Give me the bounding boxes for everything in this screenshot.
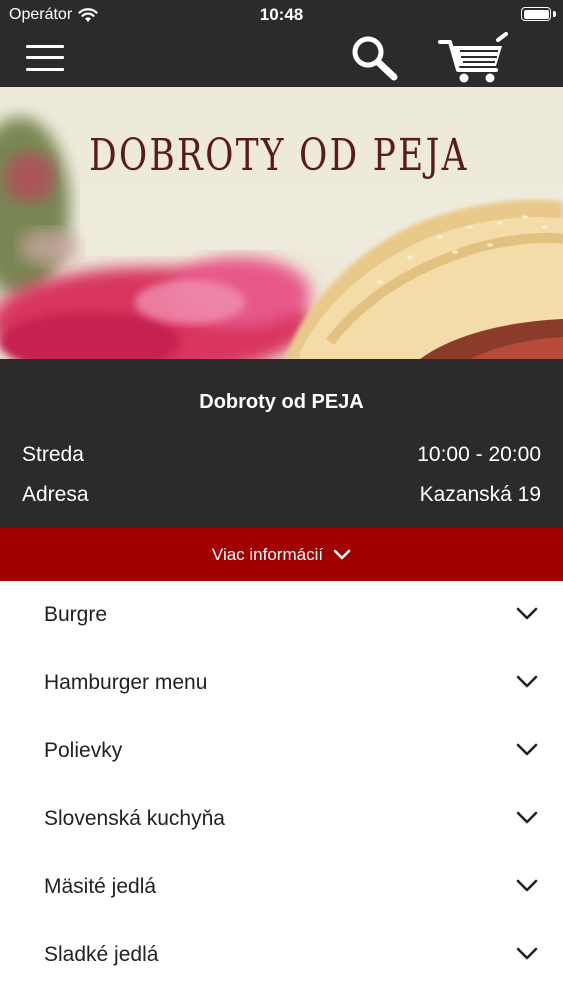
search-icon: [352, 36, 398, 81]
address-row: Adresa Kazanská 19: [22, 483, 541, 511]
category-list: Burgre Hamburger menu Polievky Slovenská…: [0, 581, 563, 989]
address-label: Adresa: [22, 483, 89, 506]
restaurant-info-panel: Dobroty od PEJA Streda 10:00 - 20:00 Adr…: [0, 359, 563, 528]
status-time: 10:48: [259, 5, 304, 24]
address-value: Kazanská 19: [419, 483, 541, 506]
chevron-down-icon: [516, 675, 538, 688]
category-item-polievky[interactable]: Polievky: [0, 717, 563, 785]
category-item-burgre[interactable]: Burgre: [0, 581, 563, 649]
category-item-sladke-jedla[interactable]: Sladké jedlá: [0, 921, 563, 989]
cart-button[interactable]: [438, 32, 510, 86]
category-item-hamburger-menu[interactable]: Hamburger menu: [0, 649, 563, 717]
cart-icon: [438, 32, 508, 83]
opening-hours-label: Streda: [22, 443, 84, 466]
chevron-down-icon: [516, 947, 538, 960]
more-info-button[interactable]: Viac informácií: [0, 528, 563, 581]
chevron-down-icon: [516, 607, 538, 620]
chevron-down-icon: [516, 879, 538, 892]
hero-banner: DOBROTY OD PEJA: [0, 87, 563, 359]
category-label: Mäsité jedlá: [44, 875, 157, 898]
battery-icon: [521, 7, 551, 21]
category-label: Hamburger menu: [44, 671, 208, 694]
chevron-down-icon: [516, 811, 538, 824]
category-label: Slovenská kuchyňa: [44, 807, 225, 830]
status-bar: Operátor 10:48: [0, 0, 563, 30]
menu-button[interactable]: [22, 40, 68, 76]
category-label: Sladké jedlá: [44, 943, 159, 966]
category-item-slovenska-kuchyna[interactable]: Slovenská kuchyňa: [0, 785, 563, 853]
opening-hours-row: Streda 10:00 - 20:00: [22, 443, 541, 471]
hero-title: DOBROTY OD PEJA: [89, 130, 469, 181]
battery-tip: [553, 11, 556, 17]
category-label: Burgre: [44, 603, 108, 626]
more-info-label: Viac informácií: [211, 544, 324, 564]
restaurant-name: Dobroty od PEJA: [199, 391, 364, 413]
chevron-down-icon: [333, 549, 351, 559]
hero-food-image: [0, 117, 563, 359]
category-item-masite-jedla[interactable]: Mäsité jedlá: [0, 853, 563, 921]
search-button[interactable]: [346, 33, 402, 83]
nav-bar: [0, 30, 563, 87]
opening-hours-value: 10:00 - 20:00: [417, 443, 541, 466]
chevron-down-icon: [516, 743, 538, 756]
category-label: Polievky: [44, 739, 123, 762]
